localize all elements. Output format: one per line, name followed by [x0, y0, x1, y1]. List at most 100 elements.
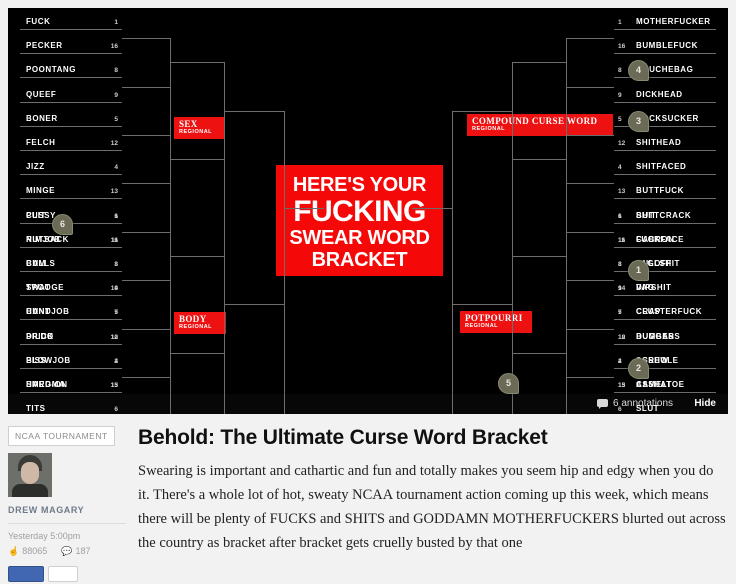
team-name: SHITHEAD [636, 138, 682, 147]
team-seed: 9 [114, 91, 118, 99]
bracket-connector-line [566, 86, 614, 88]
team-seed: 8 [114, 261, 118, 268]
region-name: BODY [179, 314, 207, 324]
team-name: CRAP [636, 307, 661, 317]
team-name: DICKHEAD [636, 89, 683, 99]
team-name: PISS [26, 355, 47, 365]
team-name: FELCH [26, 138, 56, 147]
title-line-2: FUCKING [293, 195, 426, 228]
team-seed: 16 [110, 236, 118, 244]
region-sub: REGIONAL [179, 129, 213, 135]
article-timestamp: Yesterday 5:00pm [8, 531, 81, 541]
bracket-connector-line [170, 183, 171, 232]
team-name: CUNT [26, 307, 51, 317]
avatar-body [12, 484, 48, 497]
bracket-team-row[interactable]: FELCH 12 [20, 135, 122, 151]
annotation-pin[interactable]: 5 [498, 373, 519, 394]
bracket-team-row[interactable]: SHITHEAD 12 [614, 135, 716, 151]
bracket-team-row[interactable]: VAG 9 [614, 280, 716, 297]
bracket-team-row[interactable]: MINGE 13 [20, 183, 122, 200]
team-name: HARD-ON [26, 380, 68, 389]
bracket-connector-line [512, 256, 513, 353]
bracket-team-row[interactable]: CRAP 5 [614, 304, 716, 321]
bracket-team-row[interactable]: CABRON 16 [614, 232, 716, 248]
bracket-team-row[interactable]: QUEEF 9 [20, 87, 122, 103]
team-seed: 6 [618, 406, 622, 414]
comments-count[interactable]: 187 [75, 546, 90, 556]
bracket-connector-line [566, 280, 567, 329]
bracket-team-row[interactable]: PISS 4 [20, 353, 122, 369]
annotation-pin[interactable]: 4 [628, 60, 649, 81]
annotation-pin[interactable]: 1 [628, 260, 649, 281]
bracket-team-row[interactable]: SHIT 1 [614, 208, 716, 224]
category-tag[interactable]: NCAA TOURNAMENT [8, 426, 115, 446]
team-seed: 1 [114, 19, 118, 26]
bracket-connector-line [122, 280, 170, 282]
team-seed: 4 [618, 357, 622, 365]
region-label-body: BODY REGIONAL [174, 312, 226, 334]
team-seed: 13 [618, 188, 626, 196]
team-name: TWAT [26, 283, 51, 293]
team-seed: 12 [618, 140, 626, 147]
article-paragraph: Swearing is important and cathartic and … [138, 463, 726, 551]
bracket-connector-line [566, 135, 614, 136]
region-name: POTPOURRI [465, 313, 523, 323]
team-seed: 6 [114, 406, 118, 414]
bracket-team-row[interactable]: BONER 5 [20, 111, 122, 127]
bracket-connector-line [412, 207, 452, 209]
team-seed: 5 [114, 309, 118, 317]
team-name: FUCK [26, 17, 51, 26]
views-icon: ☝ [8, 546, 20, 556]
facebook-like-button[interactable] [8, 566, 44, 582]
bracket-team-row[interactable]: BALLS 8 [20, 256, 122, 272]
bracket-team-row[interactable]: PECKER 16 [20, 38, 122, 55]
team-seed: 13 [618, 382, 626, 389]
author-byline-link[interactable]: DREW MAGARY [8, 505, 126, 524]
bracket-team-row[interactable]: CUNT 5 [20, 304, 122, 321]
bracket-team-row[interactable]: TITS 6 [20, 401, 122, 414]
bracket-connector-line [566, 38, 567, 87]
team-name: QUEEF [26, 89, 57, 99]
title-line-1: HERE'S YOUR [292, 174, 427, 196]
bracket-connector-line [566, 231, 567, 281]
team-name: BONER [26, 113, 58, 123]
bracket-team-row[interactable]: TWAT 9 [20, 280, 122, 297]
region-sub: REGIONAL [179, 324, 213, 330]
bracket-team-row[interactable]: FUCK 1 [20, 14, 122, 30]
bracket-team-row[interactable]: DICKHEAD 9 [614, 87, 716, 103]
team-seed: 16 [110, 43, 118, 51]
team-seed: 1 [114, 212, 118, 220]
bracket-team-row[interactable]: PRICK 12 [20, 329, 122, 345]
annotation-pin[interactable]: 3 [628, 111, 649, 132]
bracket-team-row[interactable]: JIZZ 4 [20, 159, 122, 176]
annotation-pin[interactable]: 2 [628, 358, 649, 379]
twitter-share-button[interactable] [48, 566, 78, 582]
team-name: BALLS [26, 259, 56, 268]
comment-bubble-icon [597, 399, 608, 409]
bracket-connector-line [566, 280, 614, 282]
bracket-team-row[interactable]: SHITFACED 4 [614, 159, 716, 176]
bracket-team-row[interactable]: BUGGER 12 [614, 329, 716, 345]
article-body-column: Behold: The Ultimate Curse Word Bracket … [138, 426, 728, 555]
bracket-team-row[interactable]: POONTANG 8 [20, 62, 122, 79]
bracket-image-container: HERE'S YOUR FUCKING SWEAR WORD BRACKET S… [0, 0, 736, 420]
team-name: BUGGER [636, 331, 675, 341]
bracket-team-row[interactable]: SLUT 6 [614, 401, 716, 414]
bracket-connector-line [512, 352, 566, 354]
bracket-team-row[interactable]: BUTTFUCK 13 [614, 183, 716, 200]
bracket-connector-line [512, 159, 513, 256]
bracket-connector-line [170, 377, 171, 414]
bracket-team-row[interactable]: HARD-ON 13 [20, 377, 122, 393]
bracket-connector-line [452, 304, 453, 414]
bracket-graphic[interactable]: HERE'S YOUR FUCKING SWEAR WORD BRACKET S… [8, 8, 728, 414]
bracket-connector-line [224, 110, 284, 112]
bracket-team-row[interactable]: MOTHERFUCKER 1 [614, 14, 716, 30]
bracket-connector-line [566, 377, 614, 378]
views-count: 88065 [22, 546, 48, 556]
bracket-team-row[interactable]: BUMBLEFUCK 16 [614, 38, 716, 55]
team-name: BUTTFUCK [636, 186, 684, 196]
bracket-team-row[interactable]: CAMELTOE 13 [614, 377, 716, 393]
annotation-pin[interactable]: 6 [52, 214, 73, 235]
author-avatar[interactable] [8, 453, 52, 497]
title-line-3: SWEAR WORD [289, 227, 430, 249]
